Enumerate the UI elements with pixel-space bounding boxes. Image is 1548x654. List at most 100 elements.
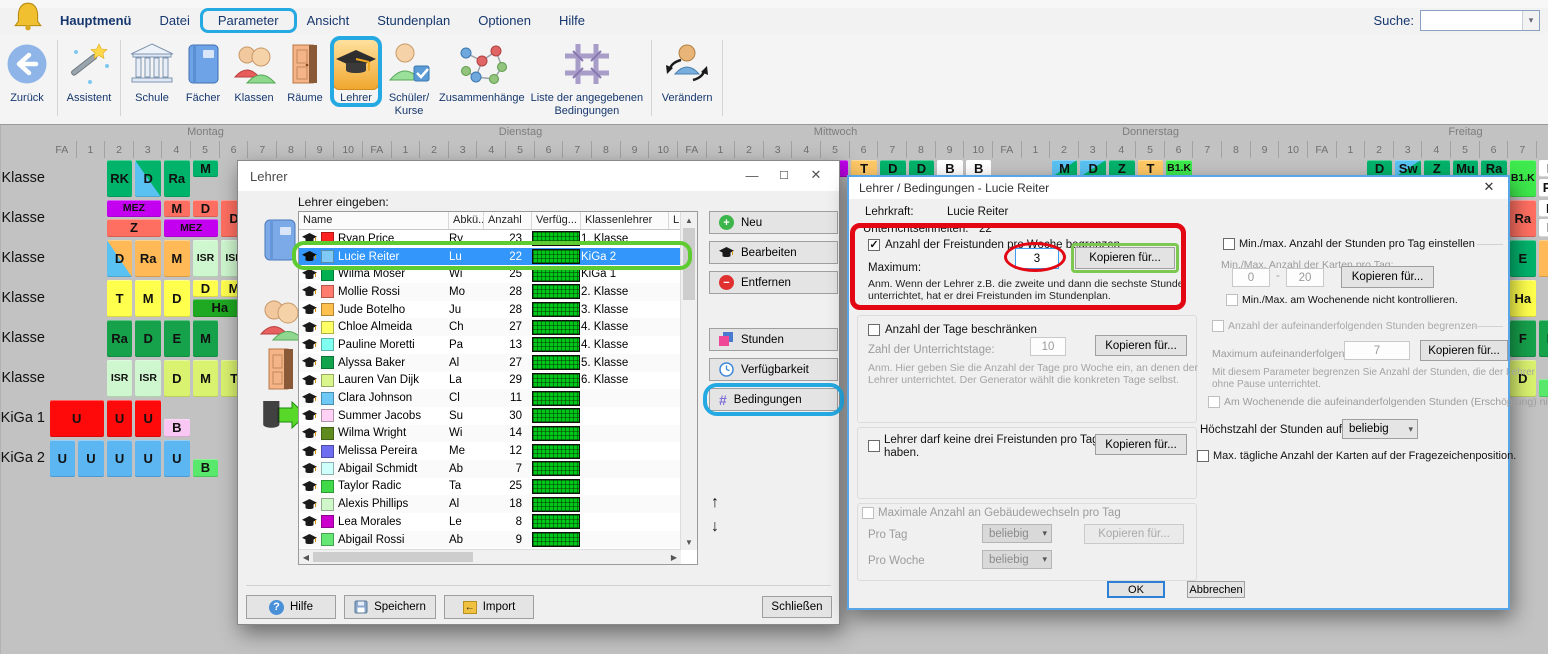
fragezeichen-checkbox-label[interactable]: Max. tägliche Anzahl der Karten auf der … (1213, 450, 1516, 462)
teacher-row[interactable]: Mollie RossiMo282. Klasse (299, 283, 681, 301)
drei-freistunden-label-line1[interactable]: Lehrer darf keine drei Freistunden pro T… (884, 434, 1099, 446)
tage-checkbox[interactable] (868, 324, 880, 336)
speichern-button[interactable]: Speichern (344, 595, 436, 619)
column-header-abk[interactable]: Abkü... (449, 212, 484, 229)
lesson-cell[interactable]: Ra (164, 160, 190, 197)
horizontal-scrollbar[interactable]: ◀ ▶ (299, 549, 681, 564)
teacher-row[interactable]: Alexis PhillipsAl18 (299, 495, 681, 513)
lesson-cell[interactable]: U (50, 440, 76, 477)
search-input[interactable]: ▾ (1420, 10, 1540, 31)
column-header-verfueg[interactable]: Verfüg... (532, 212, 581, 229)
lesson-cell[interactable]: U (50, 400, 104, 437)
lesson-cell[interactable]: RK (107, 160, 133, 197)
lesson-cell[interactable]: U (135, 400, 161, 437)
lesson-cell[interactable]: ISR (193, 240, 219, 277)
scroll-down-icon[interactable]: ▼ (681, 536, 697, 548)
bedingungen-dialog-titlebar[interactable]: Lehrer / Bedingungen - Lucie Reiter ✕ (849, 177, 1508, 199)
scrollbar-thumb[interactable] (313, 552, 473, 562)
scrollbar-thumb[interactable] (683, 228, 695, 300)
vertical-scrollbar[interactable]: ▲ ▼ (680, 212, 697, 550)
drei-freistunden-checkbox[interactable] (868, 440, 880, 452)
menu-item-parameter[interactable]: Parameter (204, 10, 293, 31)
teacher-row[interactable]: Melissa PereiraMe12 (299, 442, 681, 460)
lesson-cell[interactable]: D (193, 200, 219, 218)
menu-item-stundenplan[interactable]: Stundenplan (363, 10, 464, 31)
toolbar-button-zurueck[interactable]: Zurück (5, 38, 49, 105)
close-icon[interactable]: ✕ (1474, 177, 1504, 197)
lesson-cell[interactable]: MEZ (164, 219, 218, 237)
move-up-icon[interactable]: ↑ (711, 494, 719, 512)
maximize-icon[interactable]: ☐ (769, 164, 799, 186)
kopieren-fuer-button-minmax[interactable]: Kopieren für... (1341, 266, 1434, 288)
lesson-cell[interactable]: U (78, 440, 104, 477)
lesson-cell[interactable]: M (193, 320, 219, 357)
lesson-cell[interactable]: ISR (107, 360, 133, 397)
teacher-row[interactable]: Summer JacobsSu30 (299, 407, 681, 425)
aufeinander-checkbox[interactable] (1212, 320, 1224, 332)
tage-checkbox-label[interactable]: Anzahl der Tage beschränken (885, 324, 1037, 336)
abbrechen-button[interactable]: Abbrechen (1187, 581, 1245, 598)
close-icon[interactable]: ✕ (801, 164, 831, 186)
toolbar-button-faecher[interactable]: Fächer (181, 38, 225, 105)
lesson-cell[interactable]: M (164, 240, 190, 277)
lesson-cell[interactable]: Ra (107, 320, 133, 357)
gebaeude-checkbox[interactable] (862, 507, 874, 519)
teacher-row[interactable]: Jude BotelhoJu283. Klasse (299, 301, 681, 319)
lesson-cell[interactable]: M (135, 280, 161, 317)
lesson-cell[interactable]: Ra (135, 240, 161, 277)
lesson-cell[interactable]: B (1539, 219, 1548, 237)
toolbar-button-raeume[interactable]: Räume (283, 38, 327, 105)
lesson-cell[interactable]: D (107, 240, 133, 277)
lesson-cell[interactable]: U (135, 440, 161, 477)
kopieren-fuer-button-aufeinander[interactable]: Kopieren für... (1420, 340, 1508, 361)
lesson-cell[interactable]: U (107, 400, 133, 437)
karten-max-input[interactable]: 20 (1286, 268, 1324, 287)
move-down-icon[interactable]: ↓ (711, 518, 719, 536)
lesson-cell[interactable]: U (164, 440, 190, 477)
lesson-cell[interactable]: B1.K (1510, 160, 1536, 197)
scroll-left-icon[interactable]: ◀ (301, 550, 311, 564)
book-icon[interactable] (260, 216, 300, 269)
verfuegbarkeit-button[interactable]: Verfügbarkeit (709, 358, 838, 381)
toolbar-button-klassen[interactable]: Klassen (231, 38, 277, 105)
toolbar-button-schule[interactable]: Schule (129, 38, 175, 105)
scroll-right-icon[interactable]: ▶ (669, 550, 679, 564)
toolbar-button-zusammenhaenge[interactable]: Zusammenhänge (439, 38, 525, 105)
bedingungen-button[interactable]: # Bedingungen (709, 388, 838, 411)
lesson-cell[interactable]: Z (107, 219, 161, 237)
lesson-cell[interactable]: D (1539, 320, 1548, 357)
teacher-row[interactable]: Lauren Van DijkLa296. Klasse (299, 372, 681, 390)
menu-item-optionen[interactable]: Optionen (464, 10, 545, 31)
minmax-wochenende-checkbox[interactable] (1226, 294, 1238, 306)
menu-item-hauptmenu[interactable]: Hauptmenü (46, 10, 146, 31)
lesson-cell[interactable]: B (164, 419, 190, 437)
lesson-cell[interactable]: D (193, 280, 219, 298)
kopieren-fuer-button-drei[interactable]: Kopieren für... (1095, 434, 1187, 455)
lehrer-dialog-titlebar[interactable]: Lehrer — ☐ ✕ (238, 161, 839, 191)
import-button[interactable]: ← Import (444, 595, 534, 619)
teacher-row[interactable]: Abigail SchmidtAb7 (299, 460, 681, 478)
lesson-cell[interactable]: D (135, 320, 161, 357)
teacher-row[interactable]: Alyssa BakerAl275. Klasse (299, 354, 681, 372)
unterrichtstage-input[interactable]: 10 (1030, 337, 1066, 356)
minimize-icon[interactable]: — (737, 164, 767, 186)
menu-item-ansicht[interactable]: Ansicht (293, 10, 364, 31)
schliessen-button[interactable]: Schließen (762, 596, 832, 618)
lesson-cell[interactable]: M (1539, 200, 1548, 218)
entfernen-button[interactable]: − Entfernen (709, 271, 838, 294)
teacher-row[interactable]: Pauline MorettiPa134. Klasse (299, 336, 681, 354)
menu-item-hilfe[interactable]: Hilfe (545, 10, 599, 31)
kopieren-fuer-button-tage[interactable]: Kopieren für... (1095, 335, 1187, 356)
toolbar-button-lehrer[interactable]: Lehrer (333, 38, 379, 105)
lesson-cell[interactable]: M (164, 200, 190, 218)
lesson-cell[interactable]: T (107, 280, 133, 317)
lesson-cell[interactable]: D (1510, 360, 1536, 397)
lesson-cell[interactable]: ISR (135, 360, 161, 397)
lesson-cell[interactable] (1539, 379, 1548, 397)
kopieren-fuer-button-freistunden[interactable]: Kopieren für... (1075, 247, 1175, 269)
kopieren-fuer-button-gebaeude[interactable]: Kopieren für... (1084, 524, 1184, 544)
toolbar-button-liste-bedingungen[interactable]: Liste der angegebenen Bedingungen (531, 38, 644, 117)
neu-button[interactable]: + Neu (709, 211, 838, 234)
teacher-row[interactable]: Abigail RossiAb9 (299, 531, 681, 549)
bearbeiten-button[interactable]: Bearbeiten (709, 241, 838, 264)
